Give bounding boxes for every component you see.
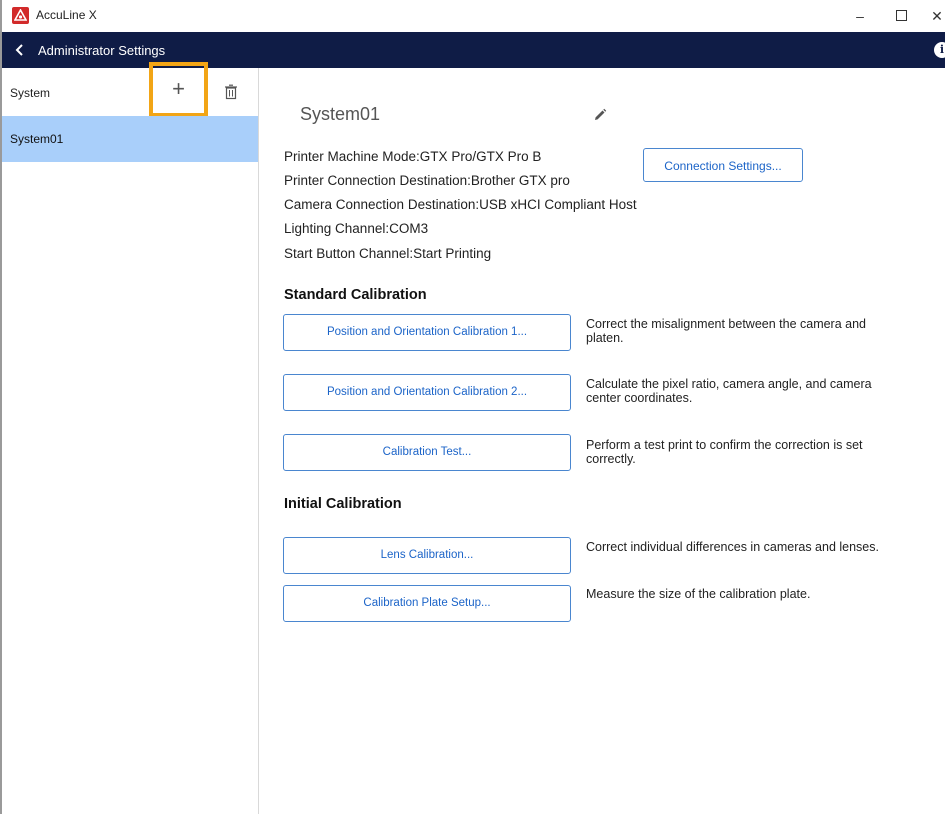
page-header: Administrator Settings i: [2, 32, 945, 68]
page-title: Administrator Settings: [38, 43, 166, 58]
camera-connection-destination: Camera Connection Destination:USB xHCI C…: [284, 197, 637, 212]
calibration-test-button[interactable]: Calibration Test...: [283, 434, 571, 471]
system-name: System01: [300, 104, 381, 124]
lens-calibration-button[interactable]: Lens Calibration...: [283, 537, 571, 574]
minimize-button[interactable]: –: [850, 5, 870, 27]
printer-machine-mode: Printer Machine Mode:GTX Pro/GTX Pro B: [284, 149, 542, 164]
maximize-icon: [895, 10, 907, 21]
calibration-description: Correct the misalignment between the cam…: [586, 317, 867, 345]
initial-calibration-heading: Initial Calibration: [284, 496, 402, 512]
app-logo-icon: [12, 7, 29, 24]
calibration-description: Correct individual differences in camera…: [586, 540, 879, 554]
sidebar-item-label: System01: [10, 132, 64, 146]
start-button-channel: Start Button Channel:Start Printing: [284, 246, 492, 261]
trash-icon: [225, 84, 237, 100]
system-details-panel: System01 Printer Machine Mode:GTX Pro/GT…: [259, 68, 945, 814]
pencil-icon: [595, 108, 607, 120]
chevron-left-icon: [15, 44, 23, 56]
sidebar-label: System: [10, 86, 51, 100]
calibration-plate-setup-button[interactable]: Calibration Plate Setup...: [283, 585, 571, 622]
printer-connection-destination: Printer Connection Destination:Brother G…: [284, 173, 570, 188]
maximize-button[interactable]: [891, 5, 911, 27]
calibration-description: Measure the size of the calibration plat…: [586, 587, 811, 601]
position-orientation-calibration-1-button[interactable]: Position and Orientation Calibration 1..…: [283, 314, 571, 351]
connection-settings-button[interactable]: Connection Settings...: [643, 148, 803, 182]
back-button[interactable]: [12, 41, 28, 59]
edit-name-button[interactable]: [593, 108, 607, 122]
position-orientation-calibration-2-button[interactable]: Position and Orientation Calibration 2..…: [283, 374, 571, 411]
title-bar: AccuLine X – ✕: [2, 0, 945, 32]
app-title: AccuLine X: [36, 8, 97, 22]
add-system-button[interactable]: +: [149, 62, 208, 117]
close-button[interactable]: ✕: [927, 5, 945, 27]
plus-icon: +: [172, 76, 185, 101]
sidebar-item-system01[interactable]: System01: [2, 116, 258, 162]
calibration-description: Calculate the pixel ratio, camera angle,…: [586, 377, 872, 405]
sidebar-header: System +: [2, 62, 258, 117]
lighting-channel: Lighting Channel:COM3: [284, 221, 429, 236]
delete-system-button[interactable]: [224, 84, 238, 100]
system-sidebar: System + System01: [2, 62, 259, 814]
info-icon[interactable]: i: [934, 42, 945, 58]
calibration-description: Perform a test print to confirm the corr…: [586, 438, 863, 466]
standard-calibration-heading: Standard Calibration: [284, 287, 427, 303]
